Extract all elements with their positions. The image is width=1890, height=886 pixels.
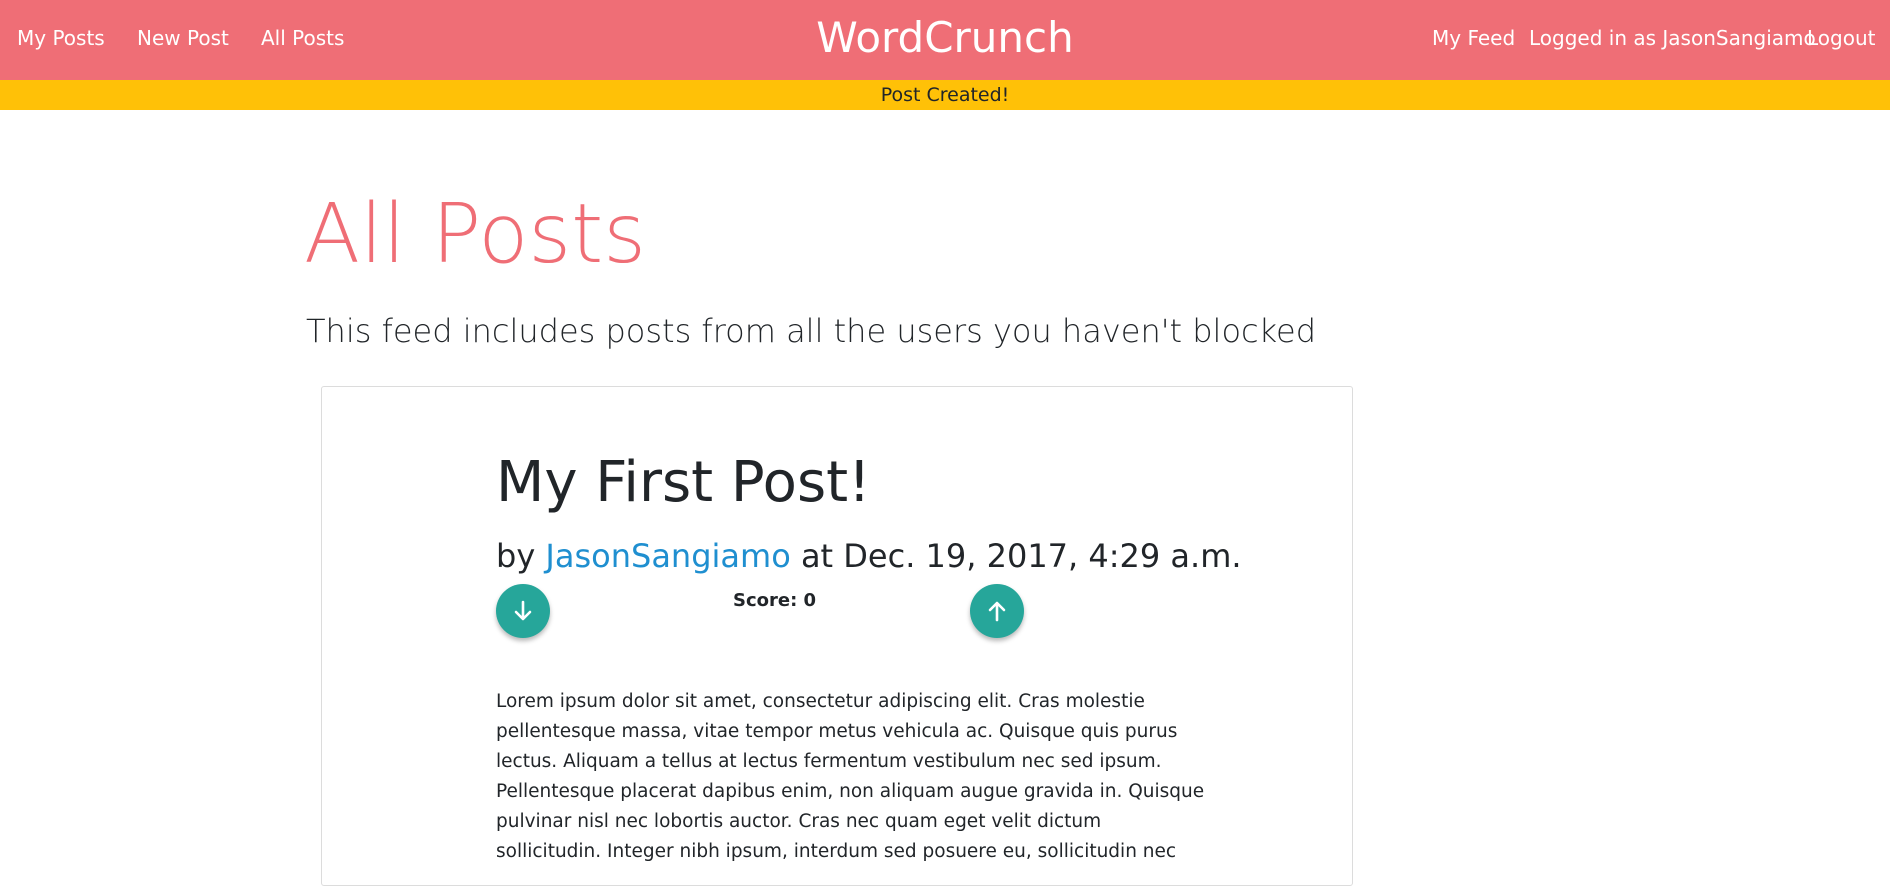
arrow-up-icon xyxy=(988,601,1006,622)
post-by-prefix: by xyxy=(496,537,536,575)
downvote-button[interactable] xyxy=(496,584,550,638)
page-subtitle: This feed includes posts from all the us… xyxy=(306,312,1316,350)
top-navbar: My Posts New Post All Posts WordCrunch M… xyxy=(0,0,1890,80)
nav-logged-in-user[interactable]: Logged in as JasonSangiamo xyxy=(1529,26,1816,50)
post-at-prefix: at xyxy=(800,537,834,575)
post-title: My First Post! xyxy=(496,450,871,515)
upvote-button[interactable] xyxy=(970,584,1024,638)
post-score: Score: 0 xyxy=(733,590,817,611)
alert-banner: Post Created! xyxy=(0,80,1890,110)
nav-logout[interactable]: Logout xyxy=(1807,26,1875,50)
post-body: Lorem ipsum dolor sit amet, consectetur … xyxy=(496,691,1205,862)
post-author-link[interactable]: JasonSangiamo xyxy=(545,537,790,575)
post-date: Dec. 19, 2017, 4:29 a.m. xyxy=(843,537,1242,575)
arrow-down-icon xyxy=(514,600,532,621)
nav-my-feed[interactable]: My Feed xyxy=(1432,26,1515,50)
post-meta: by JasonSangiamo at Dec. 19, 2017, 4:29 … xyxy=(496,536,1242,576)
page-title: All Posts xyxy=(304,187,647,282)
